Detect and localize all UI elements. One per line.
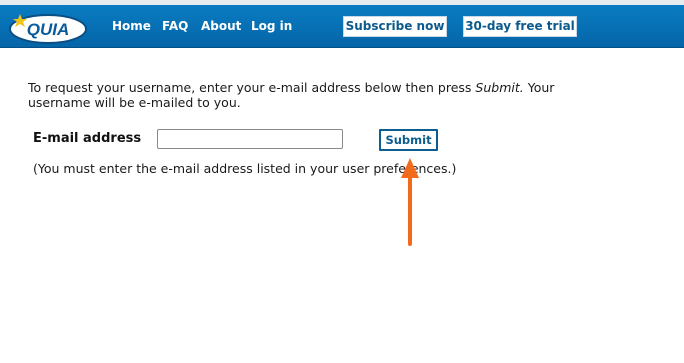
nav-faq[interactable]: FAQ [162,19,188,33]
instructions-text: To request your username, enter your e-m… [28,80,588,110]
submit-button[interactable]: Submit [379,129,438,151]
quia-logo[interactable]: QUIA [4,8,104,46]
instructions-part1: To request your username, enter your e-m… [28,80,476,95]
site-header: QUIA Home FAQ About Log in Subscribe now… [0,5,684,48]
email-note: (You must enter the e-mail address liste… [33,161,457,176]
subscribe-now-button[interactable]: Subscribe now [343,16,447,37]
instructions-submit-word: Submit. [475,80,524,95]
nav-login[interactable]: Log in [251,19,292,33]
annotation-arrow-icon [401,158,419,246]
email-label: E-mail address [33,131,142,146]
logo-text: QUIA [27,20,70,39]
nav-about[interactable]: About [201,19,241,33]
free-trial-button[interactable]: 30-day free trial [463,16,577,37]
nav-home[interactable]: Home [112,19,151,33]
email-input[interactable] [157,129,343,149]
